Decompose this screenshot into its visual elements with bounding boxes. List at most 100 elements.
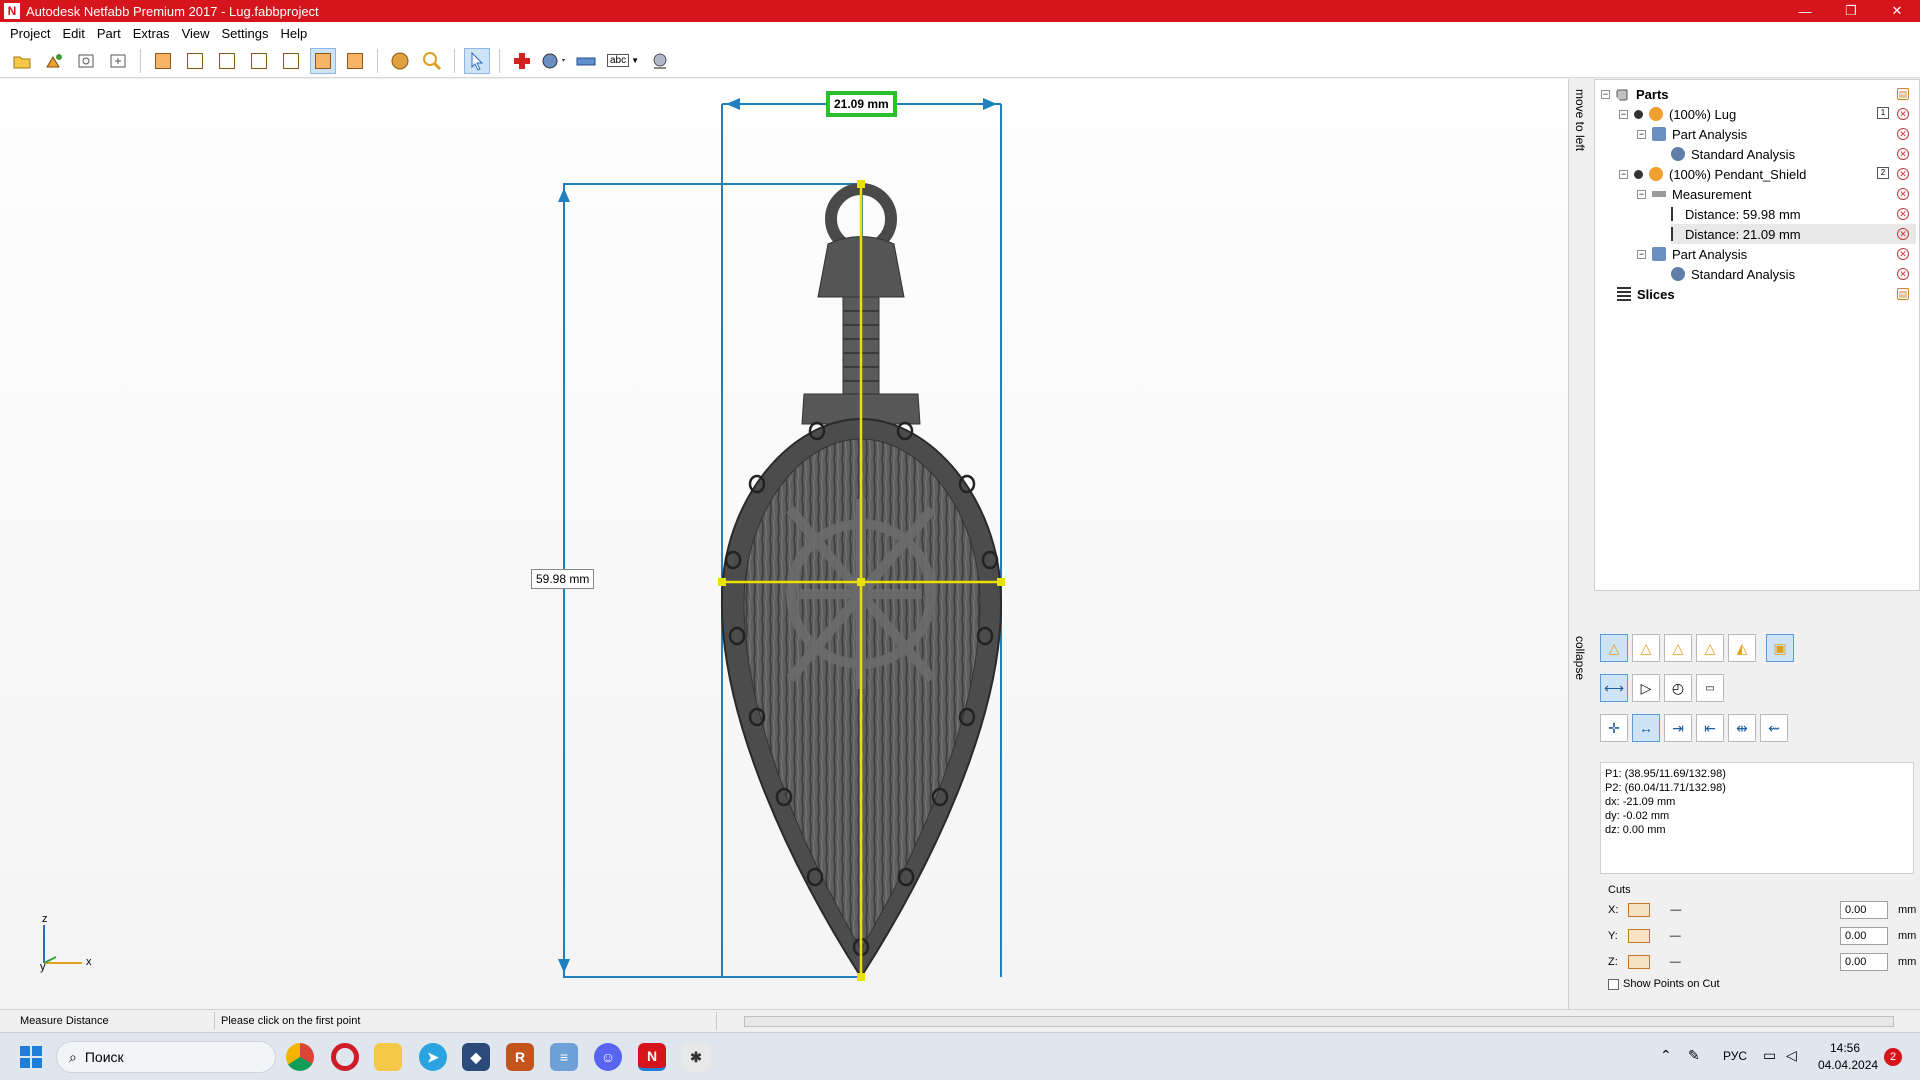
revit-icon[interactable]: R — [506, 1043, 534, 1071]
import-button[interactable] — [73, 48, 99, 74]
show-points-checkbox[interactable] — [1608, 978, 1619, 990]
slices-folder-icon[interactable]: ▤ — [1897, 288, 1909, 300]
pen-icon[interactable]: ✎ — [1688, 1047, 1700, 1064]
menu-extras[interactable]: Extras — [127, 26, 176, 41]
support-button[interactable] — [647, 48, 673, 74]
tree-item-distance-1[interactable]: Distance: 59.98 mm — [1671, 204, 1801, 224]
cut-x-input[interactable]: 0.00 — [1840, 901, 1888, 919]
tree-item-standard-analysis-2[interactable]: Standard Analysis — [1671, 264, 1795, 284]
collapse-toggle-icon[interactable]: − — [1637, 189, 1646, 199]
view-right-button[interactable] — [246, 48, 272, 74]
view-back-button[interactable] — [182, 48, 208, 74]
text-label-button[interactable]: abc ▼ — [605, 48, 641, 74]
cut-x-toggle[interactable] — [1628, 903, 1651, 917]
snap-label-button[interactable]: ▣ — [1766, 634, 1794, 662]
tree-item-parts[interactable]: − Parts — [1601, 84, 1669, 104]
view-top-button[interactable] — [278, 48, 304, 74]
cut-z-toggle[interactable] — [1627, 955, 1650, 969]
model-canvas[interactable] — [0, 79, 1568, 1009]
app-cube-icon[interactable]: ◆ — [462, 1043, 490, 1071]
cut-y-slider[interactable]: — — [1670, 930, 1681, 942]
discord-icon[interactable]: ☺ — [594, 1043, 622, 1071]
close-button[interactable]: ✕ — [1874, 0, 1920, 22]
move-to-left-tab[interactable]: move to left — [1573, 89, 1587, 151]
remove-standard-analysis-2-icon[interactable]: ✕ — [1897, 268, 1909, 280]
file-explorer-icon[interactable] — [374, 1043, 402, 1071]
select-tool-button[interactable] — [464, 47, 490, 74]
view-bottom-button[interactable] — [310, 47, 336, 74]
tree-item-distance-2[interactable]: Distance: 21.09 mm — [1671, 224, 1916, 244]
cut-z-slider[interactable]: — — [1670, 956, 1681, 968]
visibility-dot-icon[interactable] — [1634, 169, 1643, 179]
measure-radius-button[interactable]: ◴ — [1664, 674, 1692, 702]
remove-pendant-icon[interactable]: ✕ — [1897, 168, 1909, 180]
3d-viewport[interactable]: 21.09 mm 59.98 mm z x y — [0, 79, 1568, 1009]
dist-mode-5-button[interactable]: ⇹ — [1728, 714, 1756, 742]
telegram-icon[interactable]: ➤ — [419, 1043, 447, 1071]
tree-item-measurement[interactable]: − Measurement — [1637, 184, 1751, 204]
remove-lug-icon[interactable]: ✕ — [1897, 108, 1909, 120]
snap-shell-button[interactable]: ◭ — [1728, 634, 1756, 662]
clock-date[interactable]: 04.04.2024 — [1818, 1058, 1878, 1072]
input-language[interactable]: РУС — [1723, 1049, 1747, 1063]
remove-distance-1-icon[interactable]: ✕ — [1897, 208, 1909, 220]
notification-badge[interactable]: 2 — [1884, 1048, 1902, 1066]
cut-x-slider[interactable]: — — [1670, 904, 1681, 916]
open-project-button[interactable] — [9, 48, 35, 74]
dist-mode-4-button[interactable]: ⇤ — [1696, 714, 1724, 742]
collapse-toggle-icon[interactable]: − — [1619, 169, 1628, 179]
zoom-button[interactable] — [419, 48, 445, 74]
start-windows-icon[interactable] — [20, 1046, 42, 1068]
netfabb-taskbar-icon[interactable]: N — [638, 1043, 666, 1071]
menu-view[interactable]: View — [176, 26, 216, 41]
folder-add-icon[interactable]: ▤ — [1897, 88, 1909, 100]
taskbar-search[interactable]: ⌕ Поиск — [56, 1041, 276, 1073]
volume-icon[interactable]: ◁ — [1786, 1047, 1797, 1064]
view-iso-button[interactable] — [342, 48, 368, 74]
chevron-up-icon[interactable]: ⌃ — [1660, 1047, 1672, 1064]
visibility-dot-icon[interactable] — [1634, 109, 1643, 119]
tree-item-pendant-shield[interactable]: − (100%) Pendant_Shield — [1619, 164, 1806, 184]
menu-settings[interactable]: Settings — [216, 26, 275, 41]
minimize-button[interactable]: — — [1782, 0, 1828, 22]
notepad-icon[interactable]: ≡ — [550, 1043, 578, 1071]
measure-distance-button[interactable]: ⟷ — [1600, 674, 1628, 702]
collapse-tab[interactable]: collapse — [1573, 636, 1587, 680]
tree-item-part-analysis[interactable]: − Part Analysis — [1637, 124, 1747, 144]
menu-part[interactable]: Part — [91, 26, 127, 41]
collapse-toggle-icon[interactable]: − — [1601, 89, 1610, 99]
network-icon[interactable]: ▭ — [1763, 1047, 1776, 1064]
tree-item-standard-analysis[interactable]: Standard Analysis — [1671, 144, 1795, 164]
measure-button[interactable] — [573, 48, 599, 74]
dist-mode-2-button[interactable]: ↔ — [1632, 714, 1660, 742]
collapse-toggle-icon[interactable]: − — [1637, 249, 1646, 259]
tree-item-slices[interactable]: Slices — [1617, 284, 1675, 304]
export-button[interactable] — [105, 48, 131, 74]
remove-standard-analysis-icon[interactable]: ✕ — [1897, 148, 1909, 160]
menu-help[interactable]: Help — [275, 26, 314, 41]
cut-y-input[interactable]: 0.00 — [1840, 927, 1888, 945]
dist-mode-3-button[interactable]: ⇥ — [1664, 714, 1692, 742]
repair-button[interactable] — [509, 48, 535, 74]
menu-project[interactable]: Project — [4, 26, 56, 41]
snap-edge-button[interactable]: △ — [1632, 634, 1660, 662]
opera-icon[interactable] — [331, 1043, 359, 1071]
zbrush-icon[interactable]: ✱ — [682, 1043, 710, 1071]
measure-label-button[interactable]: ▭ — [1696, 674, 1724, 702]
cut-z-input[interactable]: 0.00 — [1840, 953, 1888, 971]
analysis-button[interactable] — [541, 48, 567, 74]
view-front-button[interactable] — [150, 48, 176, 74]
snap-vertex-button[interactable]: △ — [1600, 634, 1628, 662]
clock-time[interactable]: 14:56 — [1830, 1041, 1860, 1055]
collapse-toggle-icon[interactable]: − — [1619, 109, 1628, 119]
tree-item-lug[interactable]: − (100%) Lug — [1619, 104, 1736, 124]
add-part-button[interactable] — [41, 48, 67, 74]
measure-angle-button[interactable]: ▷ — [1632, 674, 1660, 702]
snap-plane-button[interactable]: △ — [1696, 634, 1724, 662]
remove-measurement-icon[interactable]: ✕ — [1897, 188, 1909, 200]
view-left-button[interactable] — [214, 48, 240, 74]
shading-button[interactable] — [387, 48, 413, 74]
remove-distance-2-icon[interactable]: ✕ — [1897, 228, 1909, 240]
remove-analysis-icon[interactable]: ✕ — [1897, 128, 1909, 140]
chrome-icon[interactable] — [286, 1043, 314, 1071]
